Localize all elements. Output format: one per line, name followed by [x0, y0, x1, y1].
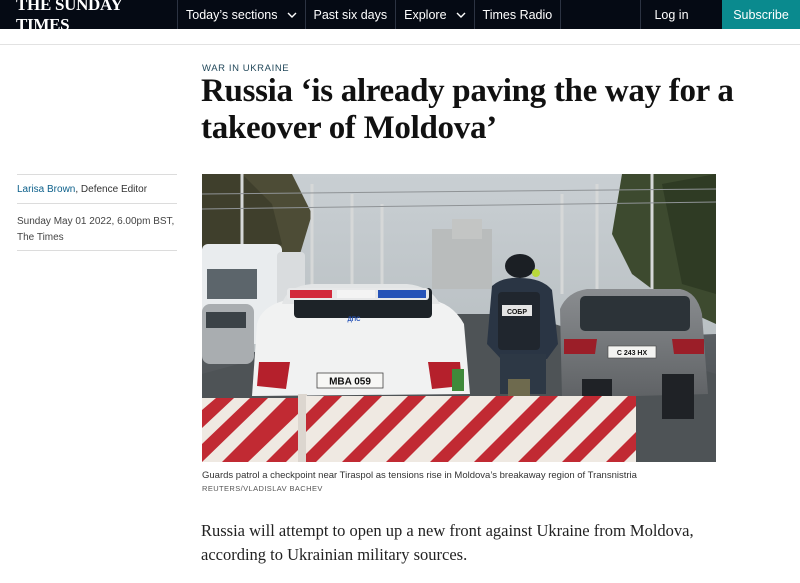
- nav-label: Times Radio: [482, 7, 553, 22]
- chevron-down-icon: [287, 10, 297, 20]
- byline-rule-bottom: [17, 250, 177, 251]
- nav-label: Explore: [404, 7, 447, 22]
- author-role: , Defence Editor: [75, 184, 148, 195]
- chevron-down-icon: [456, 10, 466, 20]
- subscribe-button[interactable]: Subscribe: [722, 0, 800, 29]
- nav-explore[interactable]: Explore: [396, 0, 475, 29]
- byline: Larisa Brown, Defence Editor: [17, 184, 147, 195]
- site-logo[interactable]: THE SUNDAY TIMES: [0, 0, 178, 34]
- dateline: Sunday May 01 2022, 6.00pm BST, The Time…: [17, 214, 182, 246]
- nav-label: Today’s sections: [186, 7, 278, 22]
- byline-rule-top: [17, 174, 177, 175]
- license-plate: MBA 059: [329, 377, 371, 388]
- byline-rule-middle: [17, 203, 177, 204]
- article-photo[interactable]: ДПС MBA 059 СОБР C 243 HX: [202, 174, 716, 462]
- checkpoint-photo: ДПС MBA 059 СОБР C 243 HX: [202, 174, 716, 462]
- photo-credit: Reuters/Vladislav Bachev: [202, 484, 323, 493]
- barrier-right: [306, 396, 636, 462]
- vest-label: СОБР: [507, 309, 527, 316]
- login-button[interactable]: Log in: [640, 0, 702, 29]
- nav-todays-sections[interactable]: Today’s sections: [178, 0, 306, 29]
- article-headline: Russia ‘is already paving the way for a …: [201, 73, 734, 146]
- header-divider: [0, 44, 800, 45]
- publication-name: The Times: [17, 232, 64, 243]
- photo-caption: Guards patrol a checkpoint near Tiraspol…: [202, 470, 637, 481]
- article-lede: Russia will attempt to open up a new fro…: [201, 521, 694, 564]
- nav-label: Past six days: [313, 7, 388, 22]
- nav-times-radio[interactable]: Times Radio: [475, 0, 562, 29]
- author-link[interactable]: Larisa Brown: [17, 184, 75, 195]
- barrier-left: [202, 398, 302, 462]
- suv-plate: C 243 HX: [617, 350, 648, 357]
- lightbar-text: ДПС: [348, 317, 362, 323]
- nav-past-six-days[interactable]: Past six days: [306, 0, 397, 29]
- top-nav: THE SUNDAY TIMES Today’s sections Past s…: [0, 0, 800, 34]
- publish-date: Sunday May 01 2022, 6.00pm BST,: [17, 216, 175, 227]
